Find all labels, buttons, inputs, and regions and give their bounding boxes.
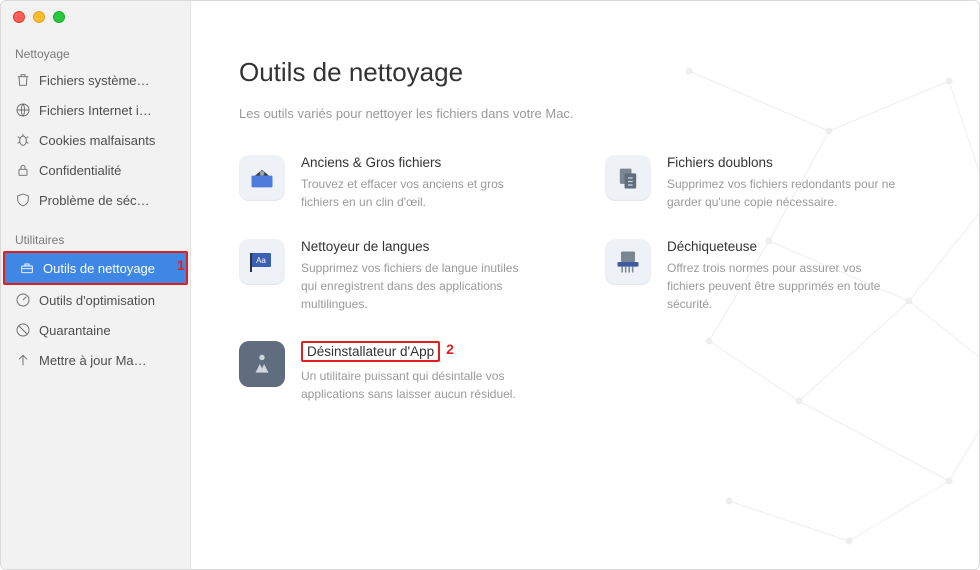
sidebar-item-cookies[interactable]: Cookies malfaisants (1, 125, 190, 155)
minimize-window-button[interactable] (33, 11, 45, 23)
sidebar-item-optimization-tools[interactable]: Outils d'optimisation (1, 285, 190, 315)
svg-text:Aa: Aa (256, 256, 266, 265)
close-window-button[interactable] (13, 11, 25, 23)
tool-desc: Un utilitaire puissant qui désintalle vo… (301, 367, 531, 403)
tool-title: Nettoyeur de langues (301, 239, 531, 254)
trash-icon (15, 72, 31, 88)
sidebar-section-cleanup: Nettoyage (1, 39, 190, 65)
tool-app-uninstaller[interactable]: Désinstallateur d'App 2 Un utilitaire pu… (239, 341, 565, 403)
annotation-2: 2 (446, 341, 454, 357)
annotation-1: 1 (177, 257, 185, 273)
tool-desc: Trouvez et effacer vos anciens et gros f… (301, 175, 531, 211)
box-files-icon (239, 155, 285, 201)
shredder-icon (605, 239, 651, 285)
sidebar-item-label: Mettre à jour Ma… (39, 353, 147, 368)
sidebar-item-system-files[interactable]: Fichiers système… (1, 65, 190, 95)
main-content: Outils de nettoyage Les outils variés po… (191, 1, 979, 569)
tool-desc: Supprimez vos fichiers de langue inutile… (301, 259, 531, 313)
sidebar-item-security[interactable]: Problème de séc… (1, 185, 190, 215)
arrow-up-icon (15, 352, 31, 368)
fullscreen-window-button[interactable] (53, 11, 65, 23)
tools-grid: Anciens & Gros fichiers Trouvez et effac… (239, 155, 931, 403)
tool-duplicate-files[interactable]: Fichiers doublons Supprimez vos fichiers… (605, 155, 931, 211)
sidebar-item-cleanup-tools[interactable]: Outils de nettoyage (3, 251, 188, 285)
shield-icon (15, 192, 31, 208)
tool-title: Désinstallateur d'App (301, 341, 440, 362)
sidebar-item-label: Problème de séc… (39, 193, 150, 208)
gauge-icon (15, 292, 31, 308)
app-uninstaller-icon (239, 341, 285, 387)
bug-icon (15, 132, 31, 148)
sidebar-item-quarantine[interactable]: Quarantaine (1, 315, 190, 345)
sidebar-item-label: Outils d'optimisation (39, 293, 155, 308)
sidebar-item-label: Outils de nettoyage (43, 261, 155, 276)
sidebar-item-label: Fichiers système… (39, 73, 150, 88)
tool-language-cleaner[interactable]: Aa Nettoyeur de langues Supprimez vos fi… (239, 239, 565, 313)
tool-desc: Supprimez vos fichiers redondants pour n… (667, 175, 897, 211)
sidebar-item-label: Confidentialité (39, 163, 121, 178)
sidebar: Nettoyage Fichiers système… Fichiers Int… (1, 1, 191, 569)
sidebar-item-update[interactable]: Mettre à jour Ma… (1, 345, 190, 375)
page-subtitle: Les outils variés pour nettoyer les fich… (239, 106, 931, 121)
window-controls (13, 11, 65, 23)
sidebar-item-internet-files[interactable]: Fichiers Internet i… (1, 95, 190, 125)
lock-icon (15, 162, 31, 178)
tool-desc: Offrez trois normes pour assurer vos fic… (667, 259, 897, 313)
tool-title: Anciens & Gros fichiers (301, 155, 531, 170)
sidebar-item-privacy[interactable]: Confidentialité (1, 155, 190, 185)
ban-icon (15, 322, 31, 338)
sidebar-item-label: Quarantaine (39, 323, 111, 338)
language-flag-icon: Aa (239, 239, 285, 285)
tool-title: Fichiers doublons (667, 155, 897, 170)
tool-shredder[interactable]: Déchiqueteuse Offrez trois normes pour a… (605, 239, 931, 313)
app-window: Nettoyage Fichiers système… Fichiers Int… (0, 0, 980, 570)
sidebar-item-label: Fichiers Internet i… (39, 103, 152, 118)
tool-title: Déchiqueteuse (667, 239, 897, 254)
duplicate-files-icon (605, 155, 651, 201)
toolbox-icon (19, 260, 35, 276)
tool-large-old-files[interactable]: Anciens & Gros fichiers Trouvez et effac… (239, 155, 565, 211)
globe-icon (15, 102, 31, 118)
sidebar-section-utilities: Utilitaires (1, 225, 190, 251)
page-title: Outils de nettoyage (239, 57, 931, 88)
sidebar-item-label: Cookies malfaisants (39, 133, 155, 148)
